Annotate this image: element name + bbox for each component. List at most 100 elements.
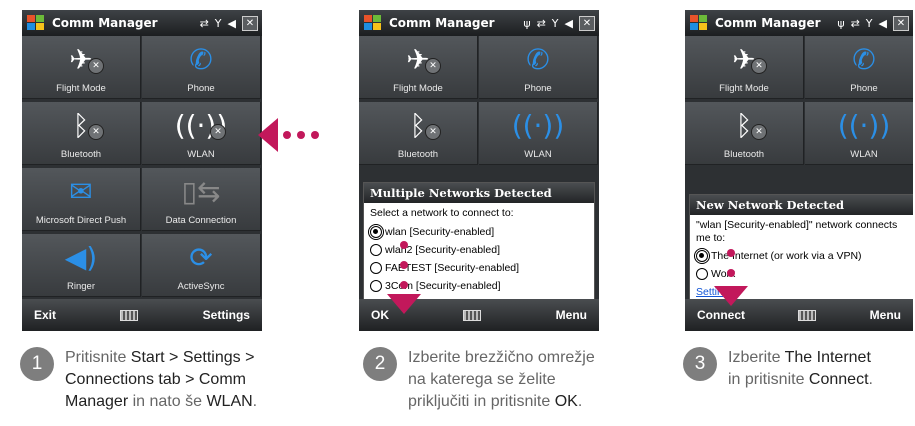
keyboard-icon[interactable] bbox=[120, 309, 139, 321]
radio-icon[interactable] bbox=[370, 280, 382, 292]
app-title: Comm Manager bbox=[715, 16, 821, 30]
pointer-dot bbox=[727, 249, 735, 257]
sync-icon: ⇄ bbox=[536, 16, 546, 30]
title-bar: Comm Manager ⇄ Y ◀ ✕ bbox=[22, 10, 262, 36]
phone-icon: ✆ bbox=[189, 43, 213, 76]
radio-selected-icon[interactable] bbox=[368, 224, 384, 240]
pointer-arrow-left-icon bbox=[258, 118, 278, 152]
pointer-arrow-down-icon bbox=[387, 294, 421, 314]
off-badge-icon: ✕ bbox=[425, 58, 441, 74]
bluetooth-icon: ᛒ bbox=[72, 109, 90, 142]
soft-key-bar: Exit Settings bbox=[22, 299, 262, 331]
keyboard-icon[interactable] bbox=[798, 309, 817, 321]
radio-icon[interactable] bbox=[370, 244, 382, 256]
tile-activesync[interactable]: ⟳ ActiveSync bbox=[142, 234, 261, 297]
tile-flight-mode[interactable]: ✈ ✕ Flight Mode bbox=[685, 36, 804, 99]
tile-bluetooth[interactable]: ᛒ ✕ Bluetooth bbox=[22, 102, 141, 165]
wifi-antenna-icon: ((·)) bbox=[511, 109, 565, 142]
dialog-title: New Network Detected bbox=[690, 195, 913, 215]
airplane-icon: ✈ bbox=[406, 43, 430, 76]
step-number: 1 bbox=[20, 347, 54, 381]
phone-screen-1: Comm Manager ⇄ Y ◀ ✕ ✈ ✕ Flight Mode ✆ P… bbox=[20, 8, 264, 333]
off-badge-icon: ✕ bbox=[210, 124, 226, 140]
network-option[interactable]: wlan [Security-enabled] bbox=[368, 223, 588, 241]
pointer-dot bbox=[400, 261, 408, 269]
exit-softkey[interactable]: Exit bbox=[34, 308, 56, 322]
close-icon[interactable]: ✕ bbox=[893, 15, 909, 31]
pointer-dot bbox=[311, 131, 319, 139]
dialog-message: "wlan [Security-enabled]" network connec… bbox=[696, 219, 898, 244]
start-icon[interactable] bbox=[689, 14, 709, 32]
radio-icon[interactable] bbox=[370, 262, 382, 274]
app-title: Comm Manager bbox=[52, 16, 158, 30]
close-icon[interactable]: ✕ bbox=[579, 15, 595, 31]
off-badge-icon: ✕ bbox=[751, 58, 767, 74]
tile-data-connection[interactable]: ▯⇆ Data Connection bbox=[142, 168, 261, 231]
close-icon[interactable]: ✕ bbox=[242, 15, 258, 31]
tile-direct-push[interactable]: ✉ Microsoft Direct Push bbox=[22, 168, 141, 231]
radio-icon[interactable] bbox=[696, 268, 708, 280]
settings-softkey[interactable]: Settings bbox=[203, 308, 250, 322]
title-bar: Comm Manager ψ ⇄ Y ◀ ✕ bbox=[359, 10, 599, 36]
step-number: 2 bbox=[363, 347, 397, 381]
pointer-dot bbox=[283, 131, 291, 139]
wifi-status-icon: ψ bbox=[837, 16, 845, 30]
mail-push-icon: ✉ bbox=[69, 175, 93, 208]
menu-softkey[interactable]: Menu bbox=[870, 308, 901, 322]
pointer-dot bbox=[297, 131, 305, 139]
airplane-icon: ✈ bbox=[69, 43, 93, 76]
start-icon[interactable] bbox=[363, 14, 383, 32]
tile-phone[interactable]: ✆ Phone bbox=[805, 36, 913, 99]
off-badge-icon: ✕ bbox=[88, 58, 104, 74]
keyboard-icon[interactable] bbox=[463, 309, 482, 321]
off-badge-icon: ✕ bbox=[88, 124, 104, 140]
phone-screen-3: Comm Manager ψ ⇄ Y ◀ ✕ ✈ ✕ Flight Mode ✆… bbox=[683, 8, 915, 333]
volume-icon: ◀ bbox=[878, 16, 887, 30]
wifi-antenna-icon: ((·)) bbox=[174, 109, 228, 142]
tile-bluetooth[interactable]: ᛒ ✕ Bluetooth bbox=[685, 102, 804, 165]
tile-wlan[interactable]: ((·)) WLAN bbox=[805, 102, 913, 165]
off-badge-icon: ✕ bbox=[751, 124, 767, 140]
sync-icon: ⇄ bbox=[850, 16, 860, 30]
pointer-arrow-down-icon bbox=[714, 286, 748, 306]
pointer-dot bbox=[727, 269, 735, 277]
signal-icon: Y bbox=[865, 16, 873, 30]
step-instruction: Izberite brezžično omrežje na katerega s… bbox=[408, 349, 595, 410]
multiple-networks-dialog: Multiple Networks Detected Select a netw… bbox=[363, 182, 595, 304]
radio-selected-icon[interactable] bbox=[694, 248, 710, 264]
pointer-dot bbox=[400, 241, 408, 249]
speaker-icon: ◀) bbox=[64, 241, 98, 274]
pointer-dot bbox=[400, 281, 408, 289]
volume-icon: ◀ bbox=[227, 16, 236, 30]
tile-phone[interactable]: ✆ Phone bbox=[479, 36, 598, 99]
tile-flight-mode[interactable]: ✈ ✕ Flight Mode bbox=[359, 36, 478, 99]
sync-icon: ⇄ bbox=[199, 16, 209, 30]
tile-flight-mode[interactable]: ✈ ✕ Flight Mode bbox=[22, 36, 141, 99]
tile-wlan[interactable]: ((·)) ✕ WLAN bbox=[142, 102, 261, 165]
data-connection-icon: ▯⇆ bbox=[181, 175, 221, 208]
off-badge-icon: ✕ bbox=[425, 124, 441, 140]
tile-phone[interactable]: ✆ Phone bbox=[142, 36, 261, 99]
dialog-title: Multiple Networks Detected bbox=[364, 183, 594, 203]
title-bar: Comm Manager ψ ⇄ Y ◀ ✕ bbox=[685, 10, 913, 36]
tile-bluetooth[interactable]: ᛒ ✕ Bluetooth bbox=[359, 102, 478, 165]
signal-icon: Y bbox=[214, 16, 222, 30]
app-title: Comm Manager bbox=[389, 16, 495, 30]
tile-ringer[interactable]: ◀) Ringer bbox=[22, 234, 141, 297]
step-instruction: Pritisnite Start > Settings > Connection… bbox=[65, 349, 258, 410]
tile-wlan[interactable]: ((·)) WLAN bbox=[479, 102, 598, 165]
wifi-antenna-icon: ((·)) bbox=[837, 109, 891, 142]
step-instruction: Izberite The Internet in pritisnite Conn… bbox=[728, 349, 873, 388]
bluetooth-icon: ᛒ bbox=[409, 109, 427, 142]
wifi-status-icon: ψ bbox=[523, 16, 531, 30]
connect-softkey[interactable]: Connect bbox=[697, 308, 745, 322]
phone-icon: ✆ bbox=[852, 43, 876, 76]
airplane-icon: ✈ bbox=[732, 43, 756, 76]
activesync-icon: ⟳ bbox=[189, 241, 213, 274]
start-icon[interactable] bbox=[26, 14, 46, 32]
bluetooth-icon: ᛒ bbox=[735, 109, 753, 142]
dialog-prompt: Select a network to connect to: bbox=[370, 207, 514, 219]
menu-softkey[interactable]: Menu bbox=[556, 308, 587, 322]
phone-icon: ✆ bbox=[526, 43, 550, 76]
phone-screen-2: Comm Manager ψ ⇄ Y ◀ ✕ ✈ ✕ Flight Mode ✆… bbox=[357, 8, 601, 333]
